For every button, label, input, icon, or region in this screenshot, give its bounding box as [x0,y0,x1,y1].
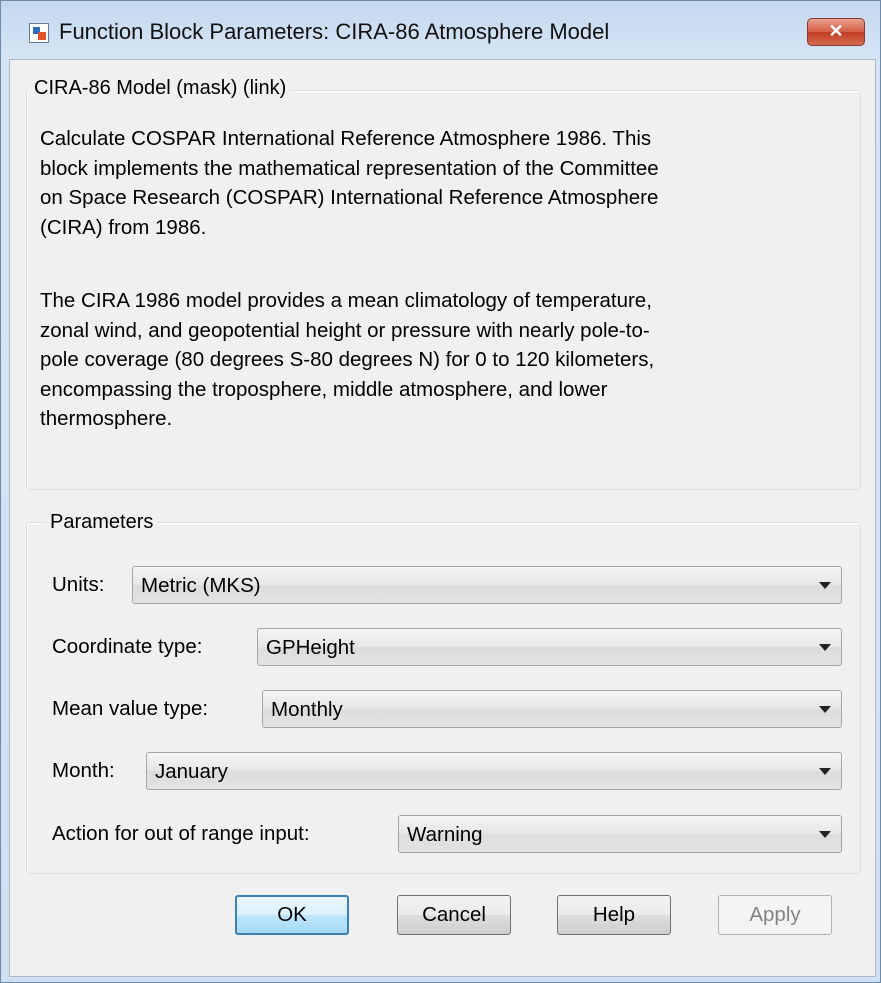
close-button[interactable]: ✕ [807,18,865,46]
apply-button: Apply [718,895,832,935]
dialog-window: Function Block Parameters: CIRA-86 Atmos… [0,0,881,983]
description-line: encompassing the troposphere, middle atm… [40,377,608,401]
description-line: thermosphere. [40,407,173,430]
chevron-down-icon [819,644,831,651]
out-of-range-action-dropdown[interactable]: Warning [398,815,842,853]
month-value: January [155,760,228,783]
units-dropdown[interactable]: Metric (MKS) [132,566,842,604]
description-line: Calculate COSPAR International Reference… [40,127,652,150]
chevron-down-icon [819,582,831,589]
month-dropdown[interactable]: January [146,752,842,790]
description-line: zonal wind, and geopotential height or p… [40,318,650,342]
chevron-down-icon [819,768,831,775]
month-label: Month: [52,759,115,782]
coordinate-type-label: Coordinate type: [52,635,203,658]
title-bar[interactable]: Function Block Parameters: CIRA-86 Atmos… [1,1,880,61]
description-line: The CIRA 1986 model provides a mean clim… [40,289,652,312]
description-group-title: CIRA-86 Model (mask) (link) [30,76,291,100]
cancel-button[interactable]: Cancel [397,895,511,935]
mean-value-type-dropdown[interactable]: Monthly [262,690,842,728]
ok-button[interactable]: OK [235,895,349,935]
window-title: Function Block Parameters: CIRA-86 Atmos… [59,19,610,44]
units-value: Metric (MKS) [141,574,261,597]
chevron-down-icon [819,831,831,838]
description-line: on Space Research (COSPAR) International… [40,186,659,209]
description-line: (CIRA) from 1986. [40,215,207,239]
mean-value-type-label: Mean value type: [52,697,209,720]
close-icon: ✕ [828,21,844,41]
parameters-group-title: Parameters [46,510,158,534]
description-line: pole coverage (80 degrees S-80 degrees N… [40,348,655,371]
out-of-range-action-value: Warning [407,823,483,846]
simulink-block-icon [29,23,49,43]
dialog-body: CIRA-86 Model (mask) (link) Calculate CO… [9,59,876,977]
help-button[interactable]: Help [557,895,671,935]
units-label: Units: [52,573,105,596]
mean-value-type-value: Monthly [271,698,343,721]
coordinate-type-value: GPHeight [266,636,355,659]
description-line: block implements the mathematical repres… [40,156,659,180]
coordinate-type-dropdown[interactable]: GPHeight [257,628,842,666]
chevron-down-icon [819,706,831,713]
out-of-range-action-label: Action for out of range input: [52,822,310,845]
